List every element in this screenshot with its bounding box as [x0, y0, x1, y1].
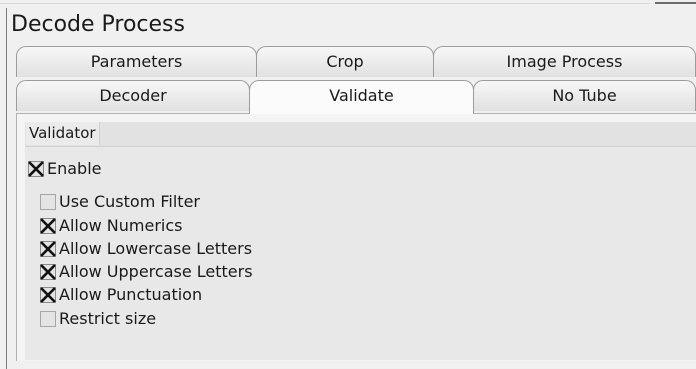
restrict-size-label: Restrict size: [59, 309, 157, 328]
tab-row-1: Parameters Crop Image Process: [16, 46, 696, 78]
top-divider: [0, 3, 650, 4]
allow-lowercase-letters-checkbox[interactable]: Allow Lowercase Letters: [40, 239, 252, 259]
use-custom-filter-checkbox[interactable]: Use Custom Filter: [40, 192, 200, 212]
decode-process-window: Decode Process Parameters Crop Image Pro…: [0, 0, 696, 369]
allow-lowercase-letters-label: Allow Lowercase Letters: [59, 239, 253, 258]
top-divider-right: [655, 2, 696, 4]
checkbox-checked-x-icon[interactable]: [28, 161, 44, 177]
allow-punctuation-checkbox[interactable]: Allow Punctuation: [40, 285, 202, 305]
tab-parameters[interactable]: Parameters: [16, 46, 257, 77]
validator-group: Validator Enable Use Custom Filter Allow…: [25, 122, 696, 360]
left-frame-border: [6, 8, 7, 369]
tab-row-2: Decoder No Tube Validate: [16, 80, 696, 114]
tab-image-process[interactable]: Image Process: [433, 46, 696, 77]
checkbox-checked-x-icon[interactable]: [40, 218, 56, 234]
use-custom-filter-label: Use Custom Filter: [59, 192, 200, 211]
tab-no-tube[interactable]: No Tube: [473, 80, 696, 111]
allow-uppercase-letters-checkbox[interactable]: Allow Uppercase Letters: [40, 262, 253, 282]
checkbox-unchecked-icon[interactable]: [40, 194, 56, 210]
validate-tab-content: Validator Enable Use Custom Filter Allow…: [16, 113, 696, 361]
allow-uppercase-letters-label: Allow Uppercase Letters: [59, 262, 253, 281]
checkbox-unchecked-icon[interactable]: [40, 311, 56, 327]
tab-crop[interactable]: Crop: [256, 46, 434, 77]
allow-punctuation-label: Allow Punctuation: [59, 285, 203, 304]
checkbox-checked-x-icon[interactable]: [40, 264, 56, 280]
panel-title: Decode Process: [11, 12, 185, 37]
enable-label: Enable: [47, 159, 102, 178]
validator-group-header: Validator: [25, 122, 696, 147]
restrict-size-checkbox[interactable]: Restrict size: [40, 309, 156, 329]
bottom-strip: [7, 361, 696, 369]
validator-group-title: Validator: [26, 122, 100, 145]
allow-numerics-label: Allow Numerics: [59, 216, 183, 235]
enable-checkbox[interactable]: Enable: [28, 159, 102, 179]
checkbox-checked-x-icon[interactable]: [40, 241, 56, 257]
checkbox-checked-x-icon[interactable]: [40, 287, 56, 303]
tab-decoder[interactable]: Decoder: [16, 80, 250, 111]
tab-validate[interactable]: Validate: [249, 80, 474, 114]
allow-numerics-checkbox[interactable]: Allow Numerics: [40, 216, 183, 236]
